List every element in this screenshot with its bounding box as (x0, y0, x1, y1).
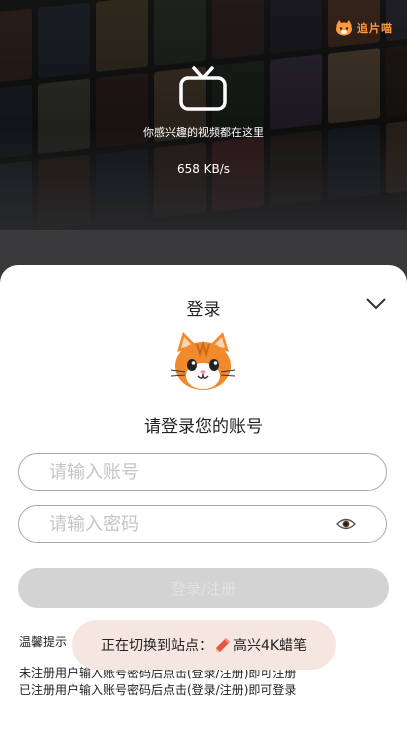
login-subtitle: 请登录您的账号 (144, 417, 263, 437)
password-input[interactable] (47, 512, 336, 536)
hero-banner: 追片喵 你感兴趣的视频都在这里 658 KB/s (0, 0, 407, 230)
download-speed: 658 KB/s (176, 162, 231, 176)
tip-login: 已注册用户输入账号密码后点击(登录/注册)即可登录 (19, 683, 297, 697)
account-input[interactable] (47, 460, 358, 484)
tips-title: 温馨提示 (19, 635, 68, 649)
brand-name: 追片喵 (357, 22, 393, 35)
password-field (18, 505, 387, 543)
eye-icon[interactable] (336, 517, 356, 531)
brand-logo: 追片喵 (335, 20, 393, 36)
toast-prefix: 正在切换到站点： (100, 638, 213, 654)
account-field (18, 453, 387, 491)
cat-logo-icon (336, 20, 352, 36)
login-register-button[interactable]: 登录/注册 (18, 568, 389, 608)
hero-caption: 你感兴趣的视频都在这里 (143, 126, 264, 139)
chevron-down-icon[interactable] (365, 297, 387, 311)
tv-icon (179, 66, 227, 111)
cat-logo-icon (167, 328, 239, 400)
pencil-icon (215, 638, 230, 652)
site-switch-toast: 正在切换到站点： 高兴4K蜡笔 (72, 620, 336, 670)
app-logo (167, 328, 239, 400)
sheet-title: 登录 (186, 300, 221, 320)
toast-site-name: 高兴4K蜡笔 (232, 638, 308, 654)
